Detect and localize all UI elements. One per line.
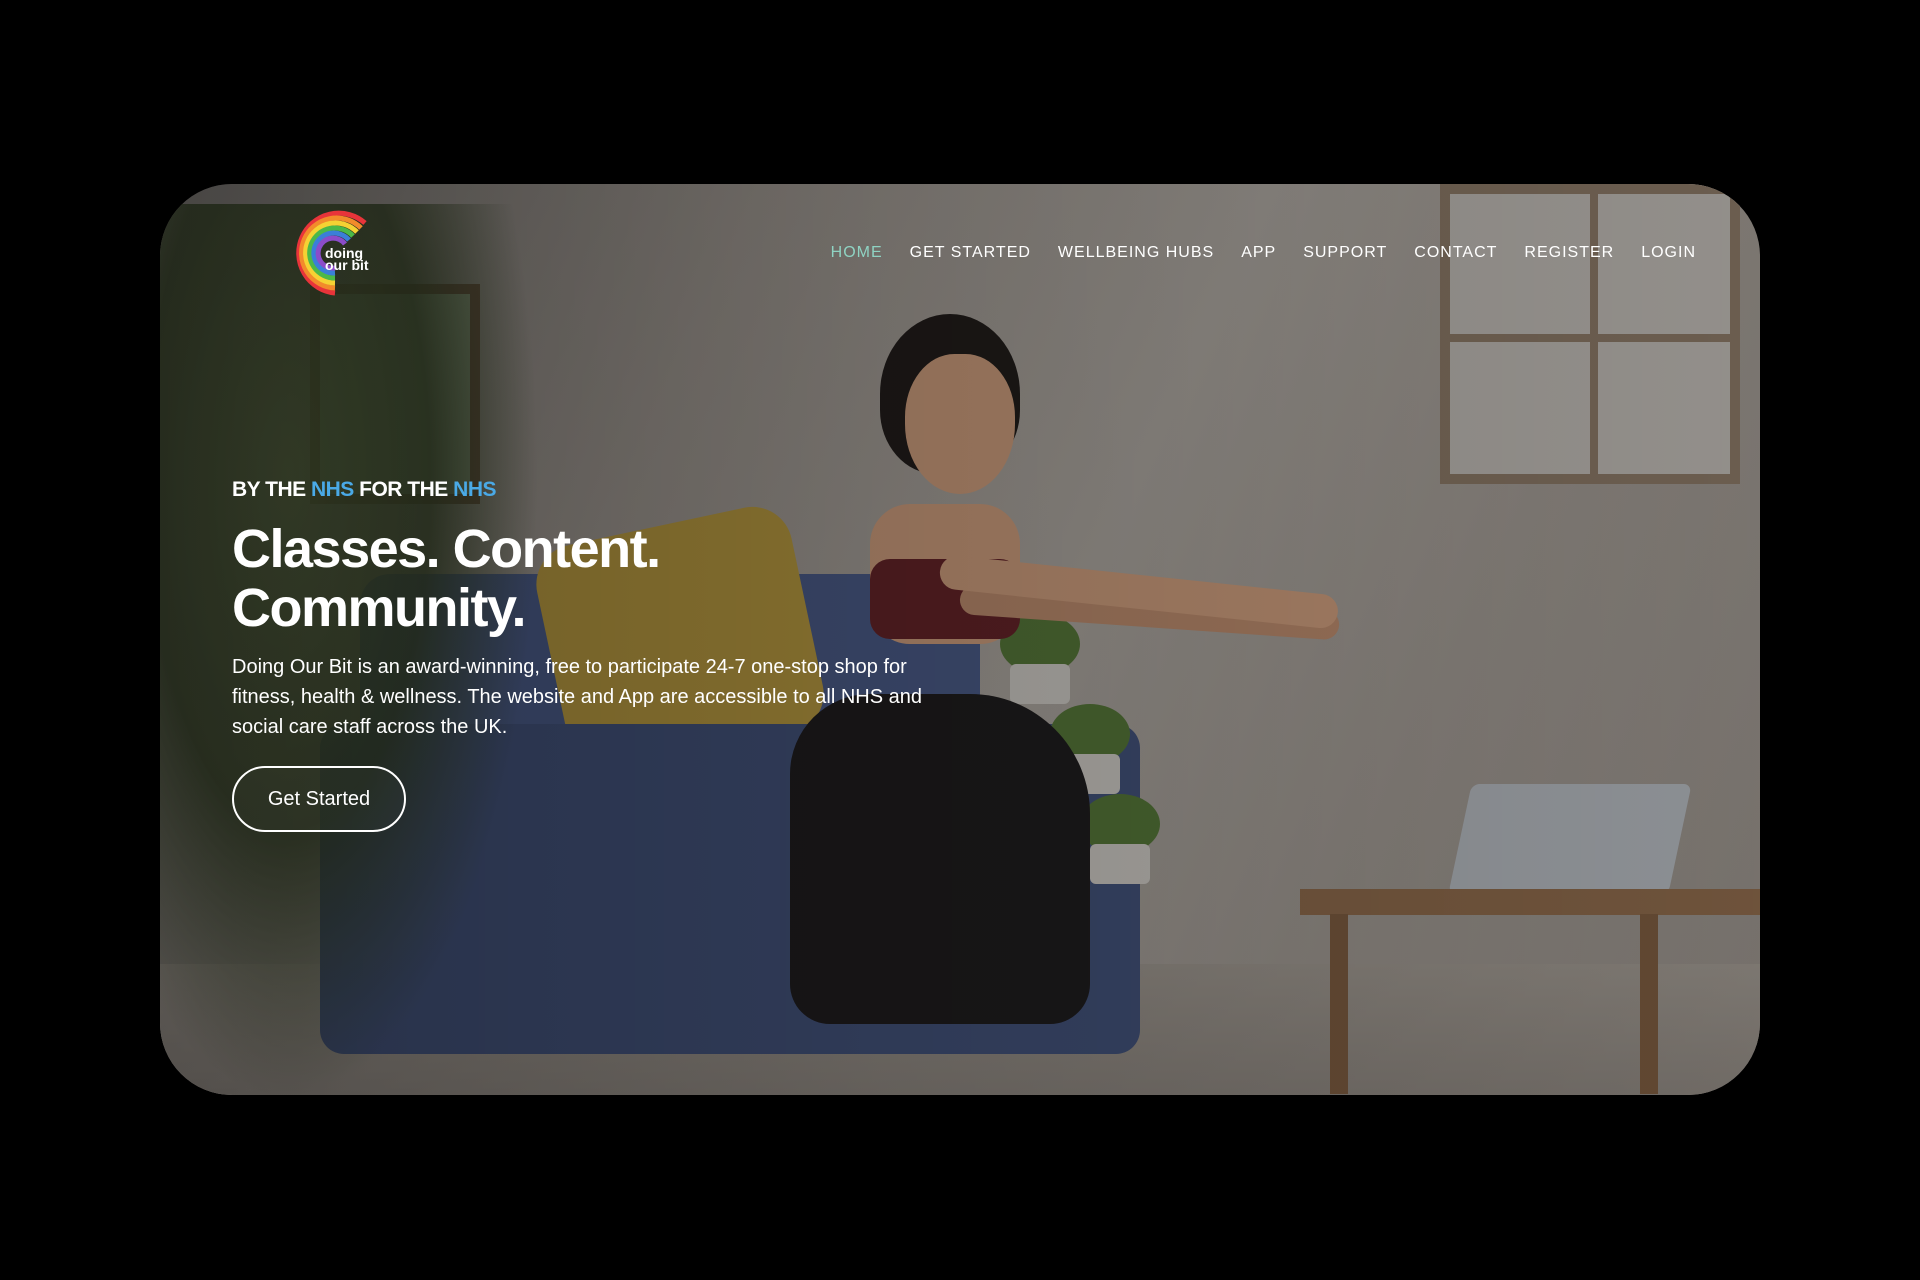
nav-home[interactable]: HOME xyxy=(831,244,883,262)
hero-headline: Classes. Content. Community. xyxy=(232,520,992,638)
hero-section: doing our bit HOME GET STARTED WELLBEING… xyxy=(160,184,1760,1095)
stage: doing our bit HOME GET STARTED WELLBEING… xyxy=(0,0,1920,1280)
hero-content: BY THE NHS FOR THE NHS Classes. Content.… xyxy=(232,478,992,832)
tagline-nhs: NHS xyxy=(310,478,354,501)
nav-login[interactable]: LOGIN xyxy=(1641,244,1696,262)
headline-line: Classes. Content. xyxy=(232,519,661,579)
hero-description: Doing Our Bit is an award-winning, free … xyxy=(232,656,923,738)
tagline: BY THE NHS FOR THE NHS xyxy=(232,478,992,502)
tagline-part: BY THE xyxy=(232,478,311,501)
headline-line: Community. xyxy=(232,578,527,638)
nav-register[interactable]: REGISTER xyxy=(1524,244,1614,262)
tagline-nhs: NHS xyxy=(453,478,496,501)
nav-app[interactable]: APP xyxy=(1241,244,1276,262)
tagline-part: FOR THE xyxy=(353,478,454,501)
get-started-button[interactable]: Get Started xyxy=(232,766,406,832)
main-nav: HOME GET STARTED WELLBEING HUBS APP SUPP… xyxy=(831,244,1696,262)
nav-get-started[interactable]: GET STARTED xyxy=(910,244,1031,262)
nav-contact[interactable]: CONTACT xyxy=(1414,244,1497,262)
logo-text-line: our bit xyxy=(325,257,369,273)
logo-text: doing our bit xyxy=(325,246,369,273)
site-logo[interactable]: doing our bit xyxy=(285,201,385,301)
nav-wellbeing-hubs[interactable]: WELLBEING HUBS xyxy=(1058,244,1214,262)
nav-support[interactable]: SUPPORT xyxy=(1303,244,1387,262)
